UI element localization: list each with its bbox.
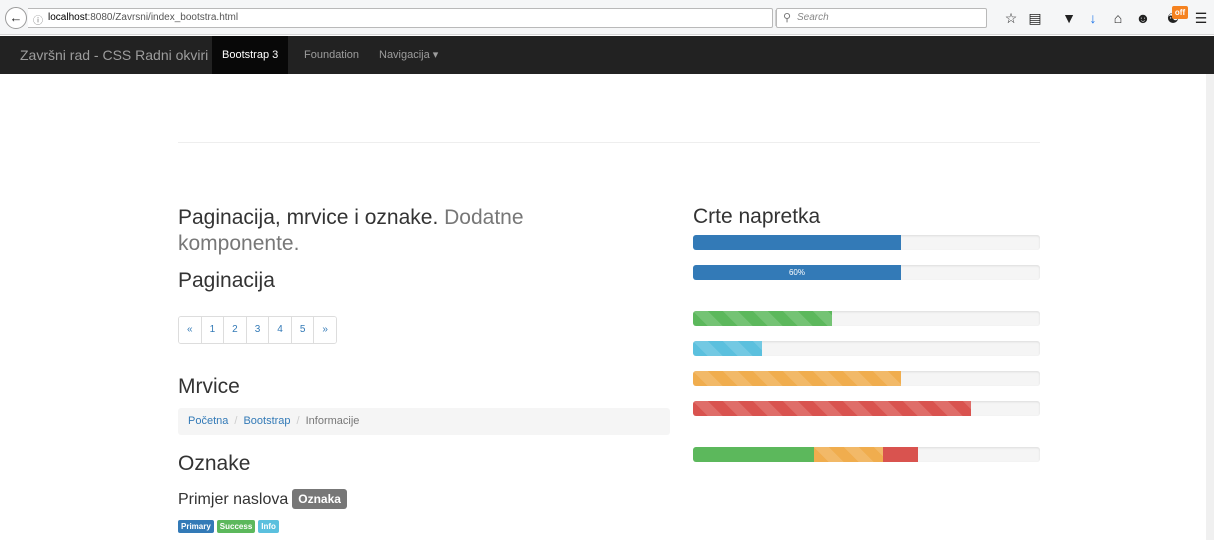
progress-segment xyxy=(693,235,901,250)
pagination-heading: Paginacija xyxy=(178,269,275,292)
progress-segment xyxy=(693,401,971,416)
progress-heading: Crte napretka xyxy=(693,205,821,228)
divider xyxy=(178,142,1040,143)
star-icon[interactable]: ☆ xyxy=(1002,9,1020,27)
smiley-icon[interactable]: ☻ xyxy=(1134,9,1152,27)
reading-list-icon[interactable]: ▤ xyxy=(1026,9,1044,27)
info-icon[interactable]: ⓘ xyxy=(33,12,43,27)
progress-bar xyxy=(693,447,1040,462)
breadcrumb: Početna / Bootstrap / Informacije xyxy=(178,408,670,435)
progress-segment: 60% xyxy=(693,265,901,280)
breadcrumb-link-pocetna[interactable]: Početna xyxy=(188,415,228,427)
pagination-page[interactable]: 4 xyxy=(269,317,292,343)
nav-item-navigacija-dropdown[interactable]: Navigacija ▾ xyxy=(369,36,448,74)
pagination-next[interactable]: » xyxy=(314,317,336,343)
progress-segment xyxy=(693,341,762,356)
pagination-prev[interactable]: « xyxy=(179,317,202,343)
search-icon: ⚲ xyxy=(783,12,792,24)
breadcrumb-heading: Mrvice xyxy=(178,375,240,398)
breadcrumb-current: Informacije xyxy=(305,415,360,427)
pocket-icon[interactable]: ▼ xyxy=(1060,9,1078,27)
label-primary: Primary xyxy=(178,520,214,533)
label-default: Oznaka xyxy=(292,489,347,509)
browser-search-input[interactable]: ⚲ Search xyxy=(776,8,987,28)
labels-heading: Oznake xyxy=(178,452,251,475)
progress-bar xyxy=(693,401,1040,416)
browser-toolbar: ← ⓘ localhost:8080/Zavrsni/index_bootstr… xyxy=(0,0,1214,35)
label-list: Primary Success Info xyxy=(178,520,279,533)
progress-bar xyxy=(693,371,1040,386)
section-title: Paginacija, mrvice i oznake. Dodatne kom… xyxy=(178,206,524,255)
progress-segment xyxy=(883,447,918,462)
progress-bar: 60% xyxy=(693,265,1040,280)
pagination-page[interactable]: 5 xyxy=(291,317,315,343)
menu-icon[interactable]: ☰ xyxy=(1192,9,1210,27)
example-heading: Primjer naslova Oznaka xyxy=(178,489,347,509)
progress-segment xyxy=(693,371,901,386)
nav-item-bootstrap[interactable]: Bootstrap 3 xyxy=(212,36,289,74)
progress-segment xyxy=(693,447,814,462)
breadcrumb-separator: / xyxy=(296,415,300,427)
home-icon[interactable]: ⌂ xyxy=(1109,9,1127,27)
scrollbar[interactable] xyxy=(1206,74,1214,540)
navbar-brand[interactable]: Završni rad - CSS Radni okviri xyxy=(20,47,208,63)
progress-segment xyxy=(814,447,883,462)
search-placeholder: Search xyxy=(797,12,829,23)
label-info: Info xyxy=(258,520,279,533)
label-success: Success xyxy=(216,520,256,533)
url-text[interactable]: localhost:8080/Zavrsni/index_bootstra.ht… xyxy=(48,12,238,23)
pagination-page[interactable]: 2 xyxy=(224,317,247,343)
breadcrumb-link-bootstrap[interactable]: Bootstrap xyxy=(243,415,290,427)
nav-item-foundation[interactable]: Foundation xyxy=(294,36,369,74)
pagination-page[interactable]: 3 xyxy=(246,317,270,343)
progress-bar xyxy=(693,235,1040,250)
url-bar[interactable]: ⓘ localhost:8080/Zavrsni/index_bootstra.… xyxy=(28,8,792,28)
breadcrumb-separator: / xyxy=(234,415,238,427)
download-icon[interactable]: ↓ xyxy=(1084,9,1102,27)
off-badge: off xyxy=(1172,6,1188,19)
progress-segment xyxy=(693,311,832,326)
navbar: Završni rad - CSS Radni okviri Bootstrap… xyxy=(0,36,1214,74)
progress-bar xyxy=(693,341,1040,356)
pagination: « 1 2 3 4 5 » xyxy=(178,316,337,344)
back-arrow-icon[interactable]: ← xyxy=(5,7,27,29)
pagination-page[interactable]: 1 xyxy=(201,317,225,343)
progress-bar xyxy=(693,311,1040,326)
